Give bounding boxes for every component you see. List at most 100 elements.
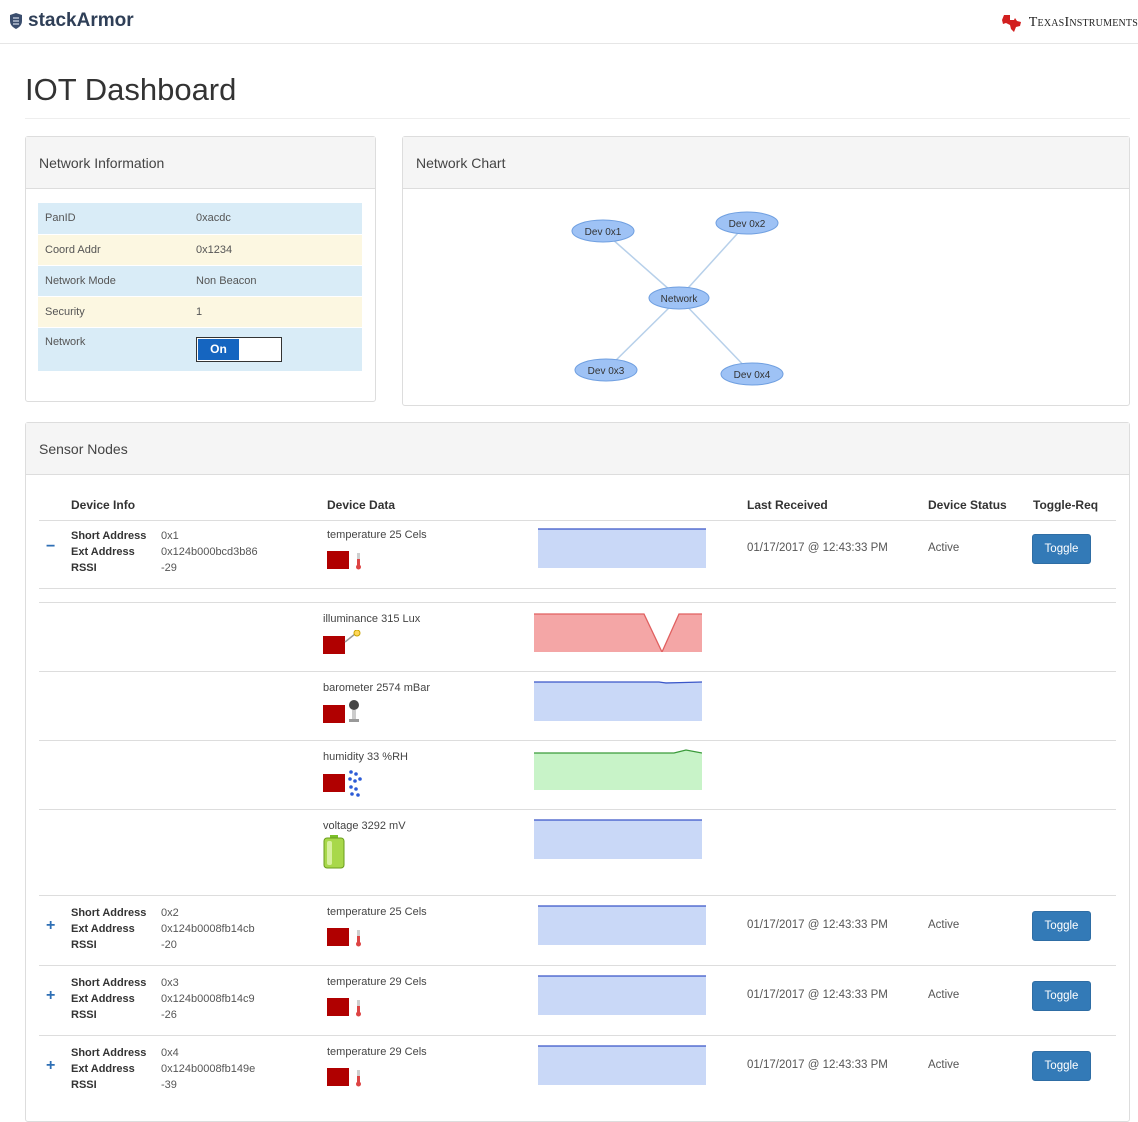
brand-name: stackArmor <box>28 10 134 31</box>
rssi-label: RSSI <box>71 939 97 951</box>
water-drops-icon <box>323 770 362 797</box>
toggle-button[interactable]: Toggle <box>1032 1051 1091 1081</box>
info-row-network-mode: Network Mode Non Beacon <box>38 265 362 297</box>
row-divider <box>39 740 1116 741</box>
node-dev-0x2[interactable]: Dev 0x2 <box>715 211 779 235</box>
node-network-hub[interactable]: Network <box>648 286 710 310</box>
sensor-reading: temperature 25 Cels <box>327 906 427 918</box>
row-divider <box>39 602 1116 603</box>
col-device-data[interactable]: Device Data <box>327 498 395 512</box>
network-graph: Dev 0x1 Dev 0x2 Network Dev 0x3 Dev 0x4 <box>571 211 784 386</box>
short-address-label: Short Address <box>71 977 147 989</box>
sensor-reading: illuminance 315 Lux <box>323 613 421 625</box>
info-row-panid: PanID 0xacdc <box>38 203 362 235</box>
device-address-block: Short Address 0x1 Ext Address 0x124b000b… <box>71 528 321 578</box>
info-key: Network Mode <box>38 265 189 297</box>
network-toggle-on-label: On <box>198 338 239 360</box>
ext-address-value: 0x124b0008fb14cb <box>161 923 255 935</box>
col-device-info[interactable]: Device Info <box>71 498 135 512</box>
node-dev-0x3[interactable]: Dev 0x3 <box>574 358 638 382</box>
toggle-button[interactable]: Toggle <box>1032 534 1091 564</box>
node-dev-0x1[interactable]: Dev 0x1 <box>571 219 635 243</box>
page-title: IOT Dashboard <box>25 72 237 107</box>
expand-icon[interactable]: + <box>46 1057 55 1075</box>
sensor-nodes-panel: Sensor Nodes Device Info Device Data Las… <box>25 422 1130 1122</box>
sensor-sparkline <box>538 905 706 945</box>
col-device-status[interactable]: Device Status <box>928 498 1007 512</box>
short-address-value: 0x4 <box>161 1047 179 1059</box>
network-info-table: PanID 0xacdc Coord Addr 0x1234 Network M… <box>38 203 362 372</box>
info-key: Coord Addr <box>38 234 189 266</box>
sensor-reading: temperature 29 Cels <box>327 976 427 988</box>
col-toggle-req[interactable]: Toggle-Req <box>1033 498 1098 512</box>
device-status: Active <box>928 1059 960 1071</box>
rssi-value: -39 <box>161 1079 177 1091</box>
header-divider <box>39 520 1116 521</box>
ext-address-value: 0x124b000bcd3b86 <box>161 546 258 558</box>
ext-address-label: Ext Address <box>71 1063 135 1075</box>
sensor-reading: temperature 25 Cels <box>327 529 427 541</box>
sensor-reading: humidity 33 %RH <box>323 751 408 763</box>
thermometer-icon <box>327 551 361 570</box>
info-row-coord-addr: Coord Addr 0x1234 <box>38 234 362 266</box>
info-key: PanID <box>38 203 189 235</box>
expand-icon[interactable]: + <box>46 987 55 1005</box>
ext-address-value: 0x124b0008fb14c9 <box>161 993 255 1005</box>
edge-dev-0x4 <box>678 297 753 375</box>
last-received-time: 01/17/2017 @ 12:43:33 PM <box>747 1059 888 1071</box>
last-received-time: 01/17/2017 @ 12:43:33 PM <box>747 542 888 554</box>
node-label: Network <box>661 294 699 305</box>
shield-icon <box>10 13 22 29</box>
info-key: Security <box>38 296 189 328</box>
last-received-time: 01/17/2017 @ 12:43:33 PM <box>747 989 888 1001</box>
info-value: 0x1234 <box>189 234 362 266</box>
col-last-received[interactable]: Last Received <box>747 498 828 512</box>
edge-dev-0x2 <box>678 222 748 299</box>
ext-address-label: Ext Address <box>71 546 135 558</box>
toggle-button[interactable]: Toggle <box>1032 981 1091 1011</box>
node-label: Dev 0x2 <box>729 219 766 230</box>
last-received-time: 01/17/2017 @ 12:43:33 PM <box>747 919 888 931</box>
row-divider <box>39 895 1116 896</box>
rssi-label: RSSI <box>71 1009 97 1021</box>
battery-icon <box>323 835 345 869</box>
light-bulb-icon <box>323 630 361 654</box>
rssi-value: -20 <box>161 939 177 951</box>
device-address-block: Short Address 0x4 Ext Address 0x124b0008… <box>71 1045 321 1095</box>
sensor-reading: barometer 2574 mBar <box>323 682 430 694</box>
sensor-sparkline <box>534 613 702 652</box>
sensor-reading: voltage 3292 mV <box>323 820 406 832</box>
device-address-block: Short Address 0x2 Ext Address 0x124b0008… <box>71 905 321 955</box>
rssi-value: -29 <box>161 562 177 574</box>
short-address-label: Short Address <box>71 530 147 542</box>
network-toggle-switch[interactable]: On <box>196 336 282 362</box>
node-label: Dev 0x3 <box>588 366 625 377</box>
collapse-icon[interactable]: − <box>46 538 55 556</box>
sensor-sparkline <box>534 681 702 721</box>
row-divider <box>39 671 1116 672</box>
network-info-title: Network Information <box>26 137 375 189</box>
network-chart-panel: Network Chart Dev 0x1 Dev 0x2 Network De… <box>402 136 1130 406</box>
info-row-security: Security 1 <box>38 296 362 328</box>
node-dev-0x4[interactable]: Dev 0x4 <box>720 362 784 386</box>
node-label: Dev 0x1 <box>585 227 622 238</box>
ext-address-label: Ext Address <box>71 993 135 1005</box>
short-address-label: Short Address <box>71 1047 147 1059</box>
network-chart-title: Network Chart <box>403 137 1129 189</box>
sensor-sparkline <box>534 819 702 859</box>
expand-icon[interactable]: + <box>46 917 55 935</box>
row-divider <box>39 965 1116 966</box>
toggle-button[interactable]: Toggle <box>1032 911 1091 941</box>
brand-logo[interactable]: stackArmor <box>10 10 134 32</box>
device-status: Active <box>928 919 960 931</box>
short-address-value: 0x3 <box>161 977 179 989</box>
device-address-block: Short Address 0x3 Ext Address 0x124b0008… <box>71 975 321 1025</box>
short-address-label: Short Address <box>71 907 147 919</box>
thermometer-icon <box>327 1068 361 1087</box>
sensor-sparkline <box>538 975 706 1015</box>
short-address-value: 0x1 <box>161 530 179 542</box>
info-key: Network <box>38 327 189 372</box>
short-address-value: 0x2 <box>161 907 179 919</box>
partner-name-part1: Texas <box>1028 15 1065 30</box>
sensor-sparkline <box>538 528 706 568</box>
